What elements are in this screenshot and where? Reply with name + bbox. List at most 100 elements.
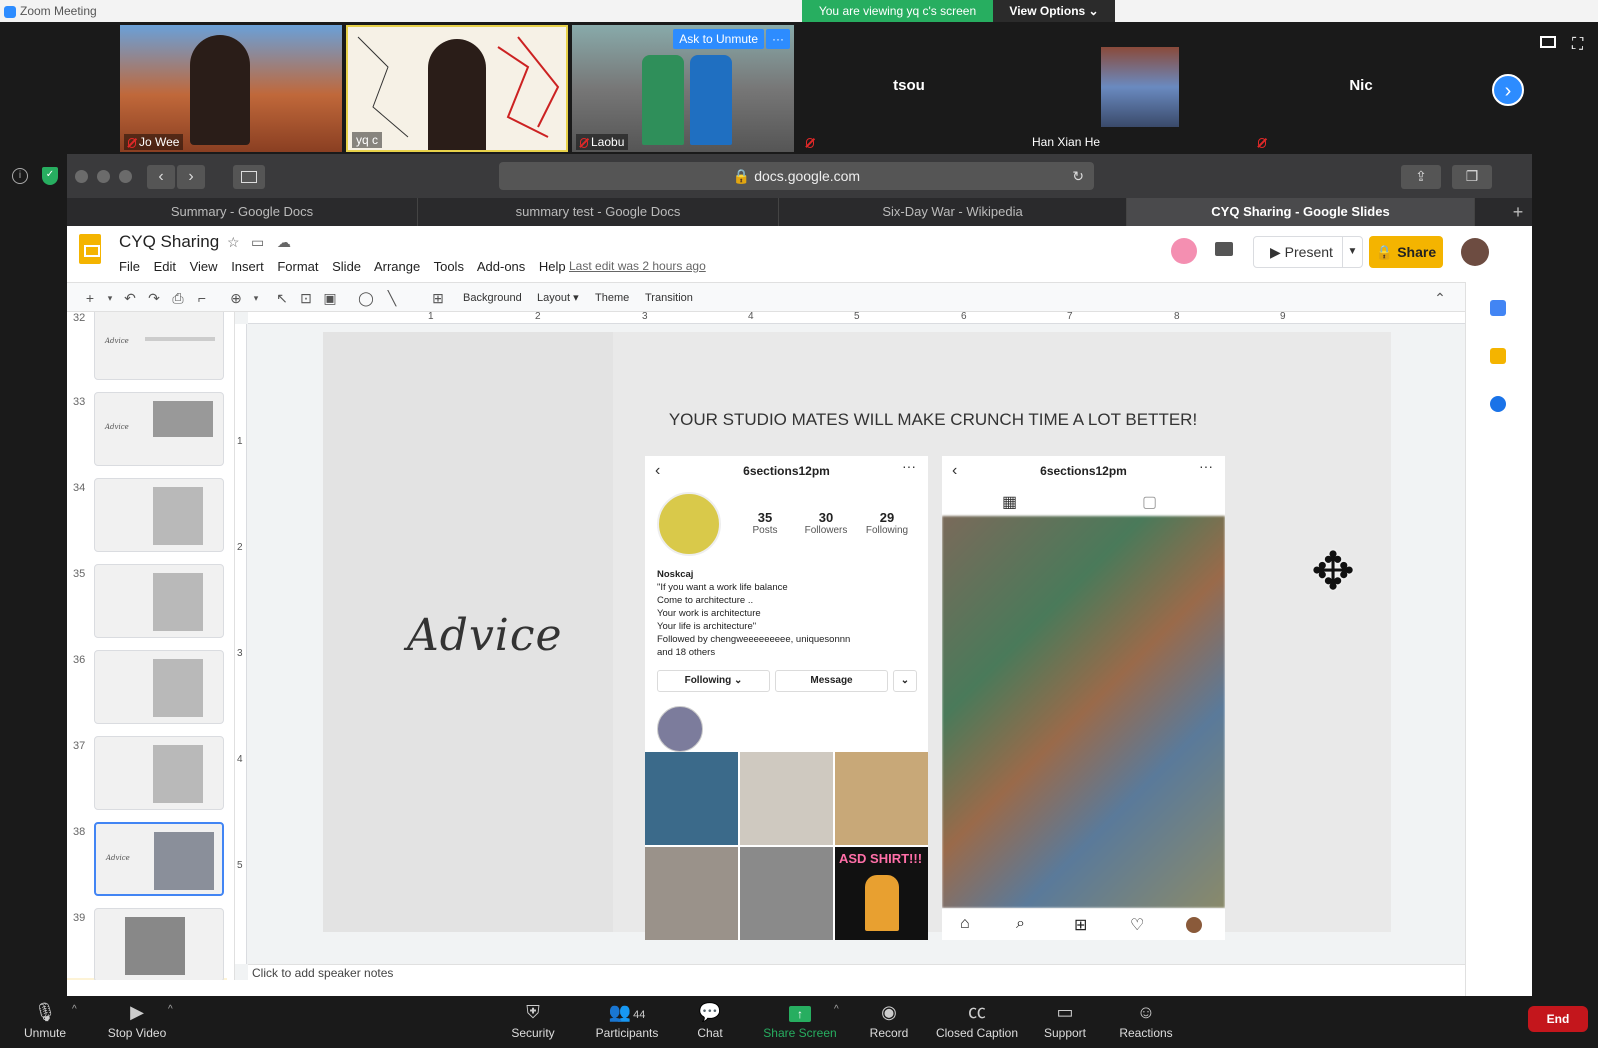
chevron-up-icon[interactable]: ^	[72, 1004, 77, 1015]
slide-thumbnail[interactable]	[94, 650, 224, 724]
menu-file[interactable]: File	[119, 259, 140, 274]
bio-line: Your work is architecture	[657, 608, 761, 619]
sidebar-toggle-button[interactable]	[233, 165, 265, 189]
minimize-window-icon[interactable]	[97, 170, 110, 183]
zoom-window-icon[interactable]	[119, 170, 132, 183]
participant-tile[interactable]: tsou	[798, 25, 1020, 152]
profile-avatar-icon	[1186, 917, 1202, 933]
reactions-button[interactable]: ☺ Reactions	[1118, 1000, 1174, 1040]
chevron-down-icon[interactable]: ▾	[101, 289, 119, 307]
forward-button[interactable]: ›	[177, 165, 205, 189]
slide-thumbnail[interactable]: Advice	[94, 392, 224, 466]
share-button[interactable]: 🔒 Share	[1369, 236, 1443, 268]
chevron-down-icon[interactable]: ▼	[1342, 237, 1362, 267]
chevron-up-icon[interactable]: ^	[168, 1004, 173, 1015]
chevron-down-icon[interactable]: ▾	[247, 289, 265, 307]
menu-format[interactable]: Format	[277, 259, 318, 274]
next-page-button[interactable]: ›	[1492, 74, 1524, 106]
cloud-icon[interactable]: ☁	[277, 234, 291, 251]
stop-video-button[interactable]: ▶ Stop Video	[104, 1000, 170, 1040]
tasks-icon[interactable]	[1490, 396, 1506, 412]
shape-icon[interactable]: ◯	[357, 289, 375, 307]
theme-button[interactable]: Theme	[595, 289, 629, 307]
slide-thumbnail[interactable]	[94, 478, 224, 552]
collapse-toolbar-icon[interactable]: ⌃	[1431, 289, 1449, 307]
slide-number: 32	[73, 312, 86, 324]
record-button[interactable]: ◉ Record	[864, 1000, 914, 1040]
paint-format-icon[interactable]: ⌐	[193, 289, 211, 307]
slides-logo-icon[interactable]	[79, 234, 101, 264]
share-screen-button[interactable]: ↑ Share Screen	[758, 1000, 842, 1040]
keep-icon[interactable]	[1490, 348, 1506, 364]
line-icon[interactable]: ╲	[383, 289, 401, 307]
image-icon[interactable]: ▣	[321, 289, 339, 307]
document-title[interactable]: CYQ Sharing	[119, 232, 219, 252]
encryption-shield-icon[interactable]: ✓	[42, 167, 58, 185]
participant-tile-active-speaker[interactable]: yq c	[346, 25, 568, 152]
menu-edit[interactable]: Edit	[154, 259, 176, 274]
menu-view[interactable]: View	[190, 259, 218, 274]
text-box-icon[interactable]: ⊡	[297, 289, 315, 307]
present-button[interactable]: ▶ Present ▼	[1253, 236, 1363, 268]
background-button[interactable]: Background	[463, 289, 522, 307]
tabs-overview-button[interactable]: ❐	[1452, 165, 1492, 189]
unmute-button[interactable]: 🎙 Unmute	[20, 1000, 70, 1040]
user-avatar[interactable]	[1461, 238, 1489, 266]
print-icon[interactable]: ⎙	[169, 289, 187, 307]
browser-tab-active[interactable]: CYQ Sharing - Google Slides	[1127, 198, 1475, 226]
support-button[interactable]: ▭ Support	[1040, 1000, 1090, 1040]
folder-icon[interactable]: ▭	[251, 234, 264, 251]
security-button[interactable]: ⛨ Security	[508, 1000, 558, 1040]
layout-button[interactable]: Layout ▾	[537, 289, 579, 307]
address-bar[interactable]: 🔒 docs.google.com ↻	[499, 162, 1094, 190]
gallery-layout-icon[interactable]	[1540, 36, 1556, 48]
slide-thumbnail[interactable]: Advice	[94, 312, 224, 380]
fullscreen-icon[interactable]: ⛶	[1572, 36, 1583, 54]
new-tab-button[interactable]: +	[1504, 198, 1532, 226]
participant-tile[interactable]: Nic	[1250, 25, 1472, 152]
insert-comment-icon[interactable]: ⊞	[429, 289, 447, 307]
info-icon[interactable]: i	[12, 168, 28, 184]
browser-tab[interactable]: Summary - Google Docs	[67, 198, 418, 226]
chevron-up-icon[interactable]: ^	[834, 1004, 839, 1015]
menu-addons[interactable]: Add-ons	[477, 259, 525, 274]
more-options-button[interactable]: ···	[766, 29, 790, 49]
participants-button[interactable]: 👥 44 Participants	[592, 1000, 662, 1040]
close-window-icon[interactable]	[75, 170, 88, 183]
speaker-notes[interactable]: Click to add speaker notes	[248, 964, 1465, 980]
slide-thumbnail[interactable]	[94, 908, 224, 980]
reload-icon[interactable]: ↻	[1072, 162, 1084, 190]
calendar-icon[interactable]	[1490, 300, 1506, 316]
ask-to-unmute-button[interactable]: Ask to Unmute	[673, 29, 764, 49]
zoom-icon[interactable]: ⊕	[227, 289, 245, 307]
new-slide-icon[interactable]: +	[81, 289, 99, 307]
menu-help[interactable]: Help	[539, 259, 566, 274]
menu-arrange[interactable]: Arrange	[374, 259, 420, 274]
chat-button[interactable]: 💬 Chat	[690, 1000, 730, 1040]
transition-button[interactable]: Transition	[645, 289, 693, 307]
star-icon[interactable]: ☆	[227, 234, 240, 251]
select-icon[interactable]: ↖	[273, 289, 291, 307]
slide[interactable]: Advice YOUR STUDIO MATES WILL MAKE CRUNC…	[323, 332, 1391, 940]
share-browser-button[interactable]: ⇪	[1401, 165, 1441, 189]
browser-tab[interactable]: Six-Day War - Wikipedia	[779, 198, 1127, 226]
redo-icon[interactable]: ↷	[145, 289, 163, 307]
participant-tile[interactable]: Jo Wee	[120, 25, 342, 152]
closed-caption-button[interactable]: ㏄ Closed Caption	[932, 1000, 1022, 1040]
slide-thumbnail-selected[interactable]: Advice	[94, 822, 224, 896]
menu-slide[interactable]: Slide	[332, 259, 361, 274]
participant-tile[interactable]: Ask to Unmute ··· Laobu	[572, 25, 794, 152]
menu-insert[interactable]: Insert	[231, 259, 264, 274]
view-options-button[interactable]: View Options ⌄	[993, 0, 1115, 22]
undo-icon[interactable]: ↶	[121, 289, 139, 307]
menu-tools[interactable]: Tools	[434, 259, 464, 274]
last-edit-link[interactable]: Last edit was 2 hours ago	[569, 259, 706, 273]
collaborator-avatar[interactable]	[1171, 238, 1197, 264]
end-meeting-button[interactable]: End	[1528, 1006, 1588, 1032]
participant-tile[interactable]: Han Xian He	[1024, 25, 1246, 152]
back-button[interactable]: ‹	[147, 165, 175, 189]
browser-tab[interactable]: summary test - Google Docs	[418, 198, 779, 226]
slide-thumbnail[interactable]	[94, 736, 224, 810]
comment-icon[interactable]	[1215, 242, 1233, 256]
slide-thumbnail[interactable]	[94, 564, 224, 638]
